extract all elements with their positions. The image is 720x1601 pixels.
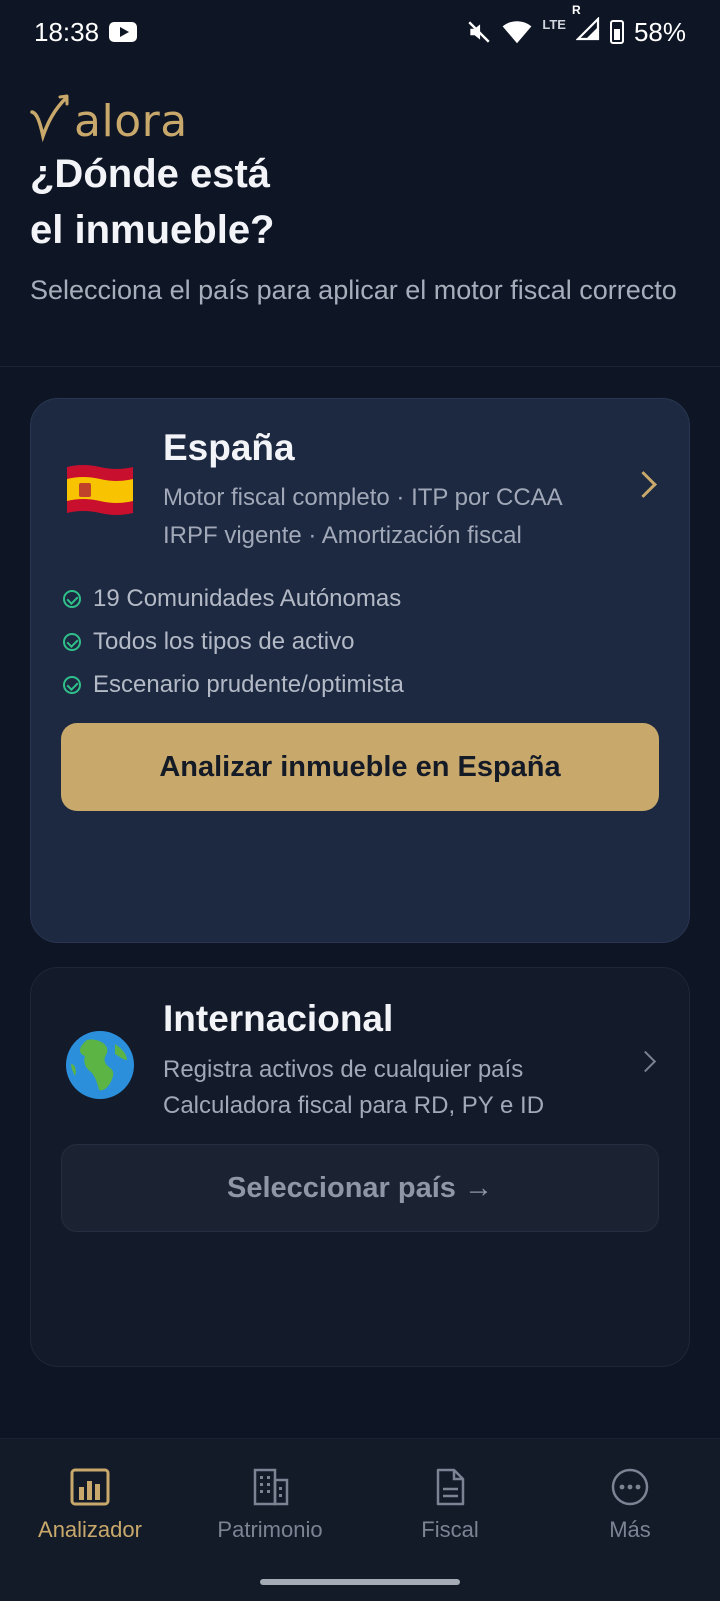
international-description-line: Registra activos de cualquier país	[163, 1056, 524, 1083]
analyze-spain-button[interactable]: Analizar inmueble en España	[61, 723, 659, 811]
spain-description-line: IRPF vigente · Amortización fiscal	[163, 522, 522, 549]
status-right: LTE R 58%	[466, 3, 686, 48]
nav-item-mas[interactable]: Más	[540, 1467, 720, 1543]
feature-label: Escenario prudente/optimista	[93, 670, 404, 698]
check-circle-icon	[63, 675, 81, 694]
check-circle-icon	[63, 632, 81, 651]
spain-flag-icon	[67, 465, 133, 515]
youtube-icon	[109, 22, 138, 42]
logo-text: alora	[74, 96, 188, 147]
logo-mark-icon	[30, 94, 69, 143]
nav-label: Fiscal	[421, 1517, 479, 1542]
header: alora ¿Dónde está el inmueble? Seleccion…	[30, 92, 690, 310]
international-card[interactable]: Internacional Registra activos de cualqu…	[30, 967, 690, 1367]
status-bar: 18:38 LTE R 58%	[0, 0, 720, 64]
globe-icon	[66, 1031, 134, 1099]
status-left: 18:38	[34, 16, 138, 48]
feature-item: Todos los tipos de activo	[63, 620, 404, 663]
spain-card[interactable]: España Motor fiscal completo · ITP por C…	[30, 398, 690, 943]
spain-description-line: Motor fiscal completo · ITP por CCAA	[163, 484, 563, 511]
nav-label: Patrimonio	[217, 1517, 323, 1542]
bottom-nav: Analizador Patrimonio Fiscal Más	[0, 1438, 720, 1601]
feature-item: Escenario prudente/optimista	[63, 663, 404, 706]
international-title: Internacional	[163, 998, 394, 1039]
wifi-icon	[502, 21, 532, 44]
network-type: LTE	[542, 16, 566, 32]
mute-icon	[468, 21, 490, 43]
roaming-indicator: R	[571, 2, 581, 17]
international-description: Registra activos de cualquier país Calcu…	[163, 1052, 544, 1124]
battery-level: 58%	[633, 16, 686, 47]
nav-label: Analizador	[38, 1517, 142, 1542]
page-subtitle: Selecciona el país para aplicar el motor…	[30, 275, 677, 305]
bar-chart-icon	[70, 1468, 110, 1506]
nav-item-patrimonio[interactable]: Patrimonio	[180, 1467, 360, 1543]
header-divider	[0, 366, 720, 367]
spain-title: España	[163, 427, 295, 468]
logo: alora	[30, 92, 690, 144]
more-icon	[611, 1468, 649, 1506]
chevron-right-icon	[630, 471, 657, 498]
status-time: 18:38	[34, 16, 100, 47]
home-indicator[interactable]	[260, 1579, 460, 1585]
feature-label: 19 Comunidades Autónomas	[93, 584, 402, 612]
check-circle-icon	[63, 589, 81, 608]
building-icon	[253, 1468, 289, 1506]
nav-label: Más	[609, 1517, 651, 1542]
international-description-line: Calculadora fiscal para RD, PY e ID	[163, 1092, 545, 1119]
document-icon	[436, 1468, 465, 1506]
spain-description: Motor fiscal completo · ITP por CCAA IRP…	[163, 479, 563, 555]
battery-icon	[609, 20, 624, 44]
nav-item-analizador[interactable]: Analizador	[0, 1467, 180, 1543]
nav-item-fiscal[interactable]: Fiscal	[360, 1467, 540, 1543]
chevron-right-icon	[634, 1050, 657, 1073]
page-title: ¿Dónde está el inmueble?	[30, 152, 275, 252]
feature-label: Todos los tipos de activo	[93, 627, 355, 655]
select-country-button[interactable]: Seleccionar país →	[61, 1144, 659, 1232]
feature-item: 19 Comunidades Autónomas	[63, 577, 404, 620]
spain-features: 19 Comunidades Autónomas Todos los tipos…	[63, 577, 404, 706]
signal-wrap: R	[572, 3, 600, 48]
signal-icon	[575, 16, 600, 40]
